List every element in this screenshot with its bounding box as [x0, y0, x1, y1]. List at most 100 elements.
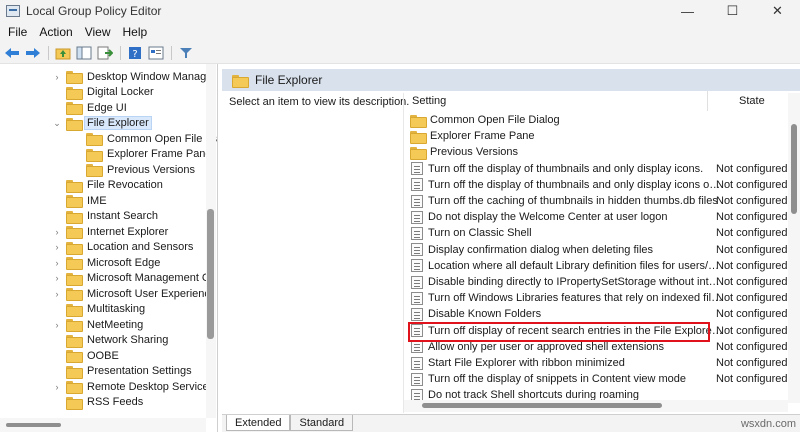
list-item-policy[interactable]: Display confirmation dialog when deletin…: [408, 242, 788, 258]
tree-item-label: Remote Desktop Services: [87, 380, 215, 393]
menu-help[interactable]: Help: [117, 25, 154, 39]
expand-chevron-icon[interactable]: ›: [52, 69, 62, 84]
tree-vertical-scroll-thumb[interactable]: [207, 209, 214, 339]
tree-item[interactable]: Multitasking: [52, 302, 147, 317]
setting-name: Turn off the display of thumbnails and o…: [428, 178, 724, 191]
list-item-policy[interactable]: Disable Known Folders Not configured: [408, 306, 788, 322]
close-button[interactable]: ✕: [755, 0, 800, 22]
list-item-policy[interactable]: Start File Explorer with ribbon minimize…: [408, 355, 788, 371]
tree-item[interactable]: Network Sharing: [52, 333, 170, 348]
tree-item[interactable]: Presentation Settings: [52, 364, 194, 379]
column-header-setting[interactable]: Setting: [412, 95, 446, 109]
list-item-folder[interactable]: Explorer Frame Pane: [408, 128, 788, 144]
tree-item[interactable]: › Internet Explorer: [52, 224, 170, 239]
tree-item[interactable]: Common Open File Dia: [72, 131, 217, 146]
folder-icon: [66, 210, 83, 224]
title-bar: Local Group Policy Editor — ☐ ✕: [0, 0, 800, 22]
tree-item-label: RSS Feeds: [87, 396, 144, 408]
menu-file[interactable]: File: [2, 25, 33, 39]
list-item-policy[interactable]: Turn off the display of thumbnails and o…: [408, 161, 788, 177]
details-pane: File Explorer Select an item to view its…: [222, 64, 800, 432]
list-item-folder[interactable]: Previous Versions: [408, 144, 788, 160]
toolbar-separator: [120, 45, 121, 60]
policy-setting-icon: [411, 259, 423, 273]
folder-icon: [66, 334, 83, 348]
tree-item[interactable]: › Desktop Window Manager: [52, 69, 217, 84]
column-header-state[interactable]: State: [739, 95, 765, 109]
expand-chevron-icon[interactable]: ⌄: [52, 116, 62, 131]
tree-item[interactable]: Digital Locker: [52, 85, 156, 100]
tree-item[interactable]: IME: [52, 193, 109, 208]
tab-extended[interactable]: Extended: [226, 415, 291, 431]
folder-icon: [86, 133, 103, 146]
console-tree[interactable]: › Desktop Window Manager Digital Locker Edg…: [0, 64, 218, 432]
expand-chevron-icon[interactable]: ›: [52, 317, 62, 332]
list-item-policy[interactable]: Do not display the Welcome Center at use…: [408, 209, 788, 225]
expand-chevron-icon[interactable]: ›: [52, 271, 62, 286]
setting-state: Not configured: [716, 259, 788, 272]
setting-name: Location where all default Library defin…: [428, 259, 724, 272]
tree-item[interactable]: › Microsoft Management Cc: [52, 271, 217, 286]
list-item-policy[interactable]: Turn on Classic Shell Not configured: [408, 225, 788, 241]
list-item-policy[interactable]: Disable binding directly to IPropertySet…: [408, 274, 788, 290]
policy-setting-icon: [411, 372, 423, 386]
folder-icon: [66, 303, 83, 317]
expand-chevron-icon[interactable]: ›: [52, 379, 62, 394]
policy-setting-icon: [411, 178, 423, 192]
minimize-button[interactable]: —: [665, 0, 710, 22]
expand-chevron-icon[interactable]: ›: [52, 240, 62, 255]
tree-item[interactable]: Previous Versions: [72, 162, 197, 177]
column-divider[interactable]: [707, 91, 708, 111]
menu-view[interactable]: View: [79, 25, 117, 39]
tab-standard[interactable]: Standard: [290, 415, 354, 431]
tree-item[interactable]: › Location and Sensors: [52, 240, 195, 255]
setting-name: Allow only per user or approved shell ex…: [428, 340, 665, 353]
expand-chevron-icon[interactable]: ›: [52, 255, 62, 270]
tree-item[interactable]: RSS Feeds: [52, 395, 145, 410]
tree-item[interactable]: Instant Search: [52, 209, 160, 224]
description-divider: [403, 93, 404, 413]
maximize-button[interactable]: ☐: [710, 0, 755, 22]
tree-horizontal-scroll-thumb[interactable]: [6, 423, 61, 427]
tree-item[interactable]: Explorer Frame Pane: [72, 147, 214, 162]
back-arrow-icon[interactable]: [2, 44, 22, 62]
tree-item[interactable]: › Microsoft User Experience: [52, 286, 217, 301]
svg-text:?: ?: [132, 49, 137, 60]
expand-chevron-icon[interactable]: ›: [52, 286, 62, 301]
list-item-policy[interactable]: Location where all default Library defin…: [408, 258, 788, 274]
list-item-policy[interactable]: Turn off the display of thumbnails and o…: [408, 177, 788, 193]
properties-icon[interactable]: [146, 44, 166, 62]
list-item-policy[interactable]: Turn off the caching of thumbnails in hi…: [408, 193, 788, 209]
tree-item[interactable]: ⌄ File Explorer: [52, 116, 152, 131]
tree-item[interactable]: › Microsoft Edge: [52, 255, 162, 270]
highlight-annotation-box: [408, 322, 710, 342]
help-icon[interactable]: ?: [125, 44, 145, 62]
folder-icon: [86, 148, 103, 162]
tree-item[interactable]: OOBE: [52, 348, 121, 363]
details-vertical-scroll-thumb[interactable]: [791, 124, 797, 214]
tree-item[interactable]: File Revocation: [52, 178, 165, 193]
details-horizontal-scroll-thumb[interactable]: [422, 403, 662, 408]
show-hide-tree-icon[interactable]: [74, 44, 94, 62]
folder-icon: [66, 86, 83, 100]
tree-item-label: NetMeeting: [87, 318, 144, 331]
list-item-folder[interactable]: Common Open File Dialog: [408, 112, 788, 128]
tree-item[interactable]: › NetMeeting: [52, 317, 145, 332]
list-item-policy[interactable]: Turn off Windows Libraries features that…: [408, 290, 788, 306]
setting-state: Not configured: [716, 308, 788, 321]
menu-action[interactable]: Action: [33, 25, 78, 39]
policy-setting-icon: [411, 356, 423, 370]
export-list-icon[interactable]: [95, 44, 115, 62]
menu-bar: File Action View Help: [0, 22, 800, 42]
tree-item[interactable]: Edge UI: [52, 100, 129, 115]
tree-item[interactable]: › Remote Desktop Services: [52, 379, 216, 394]
expand-chevron-icon[interactable]: ›: [52, 224, 62, 239]
filter-icon[interactable]: [176, 44, 196, 62]
forward-arrow-icon[interactable]: [23, 44, 43, 62]
up-folder-icon[interactable]: [53, 44, 73, 62]
list-item-policy[interactable]: Turn off the display of snippets in Cont…: [408, 371, 788, 387]
tree-item-label: Network Sharing: [87, 334, 169, 346]
